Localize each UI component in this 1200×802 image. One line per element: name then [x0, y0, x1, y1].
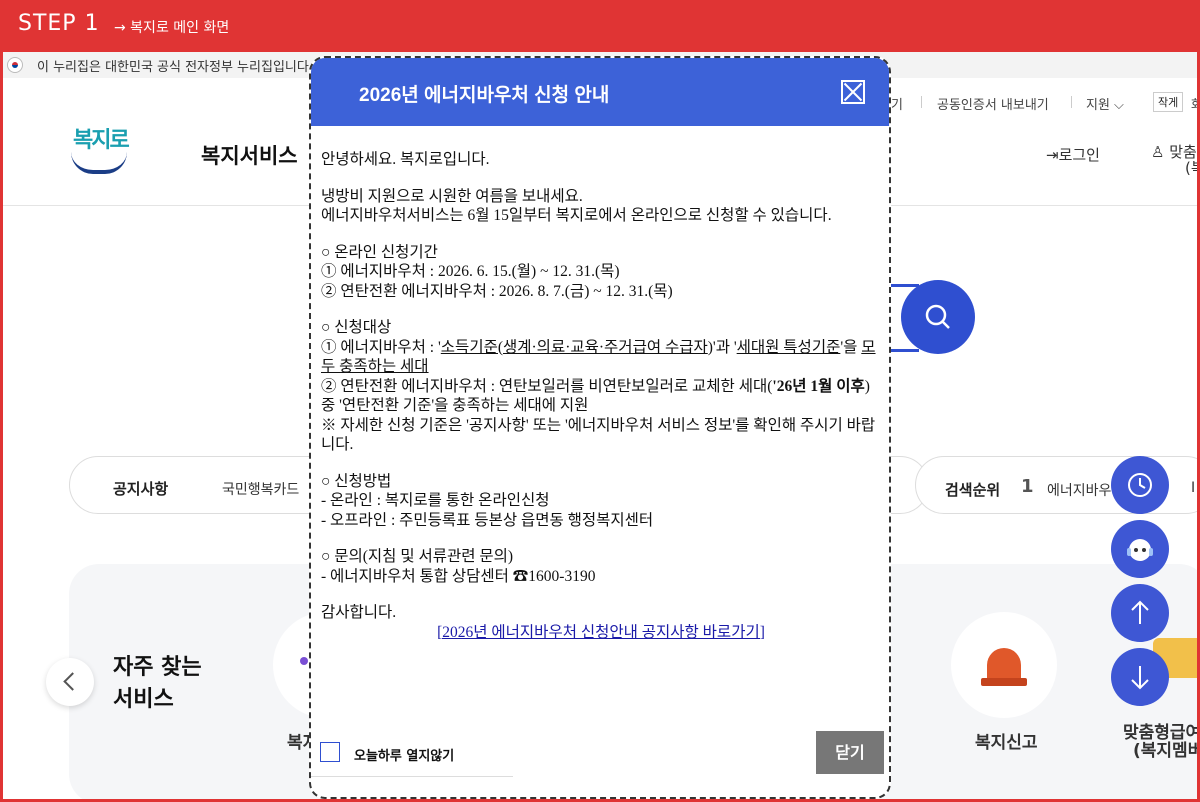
util-item-partial[interactable]: 기 [891, 94, 903, 113]
notice-label[interactable]: 공지사항 [113, 478, 168, 499]
login-link[interactable]: ⇥로그인 [1046, 144, 1100, 165]
target2-prefix: ② 연탄전환 에너지바우처 : 연탄보일러를 비연탄보일러로 교체한 세대( [321, 377, 773, 395]
service-label-custom-benefit[interactable]: 맞춤형급여 [1123, 723, 1197, 743]
chatbot-button[interactable] [1111, 520, 1169, 578]
gov-banner-text: 이 누리집은 대한민국 공식 전자정부 누리집입니다. [37, 60, 313, 75]
target-item-2: ② 연탄전환 에너지바우처 : 연탄보일러를 비연탄보일러로 교체한 세대('2… [321, 377, 881, 416]
bokjiro-logo[interactable]: 복지로 [67, 122, 131, 178]
method-offline: - 오프라인 : 주민등록표 등본상 읍면동 행정복지센터 [321, 511, 654, 529]
gnb-welfare-services[interactable]: 복지서비스 [201, 140, 298, 170]
popup-body: 안녕하세요. 복지로입니다. 냉방비 지원으로 시원한 여름을 보내세요. 에너… [321, 150, 881, 642]
service-dot-icon [300, 657, 308, 665]
notice-link-line: [2026년 에너지바우처 신청안내 공지사항 바로가기] [321, 623, 881, 643]
step-bar: STEP 1 → 복지로 메인 화면 [0, 0, 1200, 52]
target1-conjunction: )'과 ' [707, 338, 737, 356]
target-heading: ○ 신청대상 [321, 319, 392, 336]
service-label-welfare-report[interactable]: 복지신고 [975, 733, 1038, 753]
siren-icon [987, 648, 1021, 680]
method-online: - 온라인 : 복지로를 통한 온라인신청 [321, 492, 550, 509]
favorite-title-line2: 서비스 [113, 687, 174, 712]
search-icon [925, 304, 950, 329]
target1-particle: '을 [840, 338, 862, 356]
search-ranking-extra: I [1191, 480, 1196, 496]
step-subtitle: → 복지로 메인 화면 [114, 20, 230, 36]
search-ranking-keyword[interactable]: 에너지바우 [1047, 480, 1111, 500]
scroll-bottom-button[interactable] [1111, 648, 1169, 706]
util-support-menu[interactable]: 지원 ⌵ [1086, 94, 1124, 113]
history-icon [1128, 473, 1152, 497]
income-criteria-text: 소득기준(생계·의료·교육·주거급여 수급자 [440, 338, 708, 356]
carousel-prev-button[interactable] [46, 658, 94, 706]
search-button[interactable] [901, 280, 975, 354]
util-item-partial-right[interactable]: 화 [1191, 94, 1197, 113]
notice-text[interactable]: 국민행복카드 [222, 479, 299, 499]
logo-text: 복지로 [73, 128, 130, 153]
login-label: 로그인 [1058, 146, 1100, 164]
dont-show-today-checkbox[interactable] [320, 742, 340, 762]
popup-close-button[interactable]: 닫기 [816, 731, 884, 774]
intro-line-1: 냉방비 지원으로 시원한 여름을 보내세요. [321, 187, 583, 205]
period-item-2: ② 연탄전환 에너지바우처 : 2026. 8. 7.(금) ~ 12. 31.… [321, 282, 673, 300]
recent-history-button[interactable] [1111, 456, 1169, 514]
util-cert-export[interactable]: 공동인증서 내보내기 [937, 94, 1049, 113]
notice-shortcut-link[interactable]: [2026년 에너지바우처 신청안내 공지사항 바로가기] [437, 624, 765, 641]
arrow-up-icon [1131, 600, 1149, 624]
logo-smile-mark [71, 152, 127, 174]
method-heading: ○ 신청방법 [321, 472, 392, 490]
arrow-down-icon [1131, 666, 1149, 690]
search-ranking-number: 1 [1021, 476, 1034, 497]
contact-heading: ○ 문의(지침 및 서류관련 문의) [321, 548, 514, 565]
favorite-title-line1: 자주 찾는 [113, 655, 202, 680]
intro-line-2: 에너지바우처서비스는 6월 15일부터 복지로에서 온라인으로 신청할 수 있습… [321, 207, 832, 224]
step-title: STEP 1 [18, 11, 100, 36]
checkbox-divider [311, 776, 513, 777]
greeting-text: 안녕하세요. 복지로입니다. [321, 151, 490, 168]
favorite-services-title: 자주 찾는 서비스 [113, 652, 202, 716]
target1-prefix: ① 에너지바우처 : ' [321, 338, 441, 356]
contact-line: - 에너지바우처 통합 상담센터 ☎1600-3190 [321, 567, 596, 585]
chatbot-icon [1127, 539, 1153, 561]
font-smaller-button[interactable]: 작게 [1153, 92, 1184, 112]
household-criteria-text: 세대원 특성기준 [736, 338, 841, 356]
target-item-1: ① 에너지바우처 : '소득기준(생계·의료·교육·주거급여 수급자)'과 '세… [321, 338, 881, 377]
target-note: ※ 자세한 신청 기준은 '공지사항' 또는 '에너지바우처 서비스 정보'를 … [321, 416, 876, 454]
period-item-1: ① 에너지바우처 : 2026. 6. 15.(월) ~ 12. 31.(목) [321, 263, 620, 280]
energy-voucher-popup: 2026년 에너지바우처 신청 안내 안녕하세요. 복지로입니다. 냉방비 지원… [309, 56, 891, 799]
period-heading: ○ 온라인 신청기간 [321, 243, 438, 261]
custom-service-sub: (복 [1185, 159, 1197, 177]
thanks-text: 감사합니다. [321, 604, 397, 621]
target2-date: '26년 1월 이후 [772, 377, 865, 395]
util-divider [1071, 96, 1072, 108]
popup-title: 2026년 에너지바우처 신청 안내 [359, 85, 610, 106]
util-divider [921, 96, 922, 108]
popup-header: 2026년 에너지바우처 신청 안내 [311, 58, 889, 126]
scroll-top-button[interactable] [1111, 584, 1169, 642]
custom-service-link[interactable]: ♙ 맞춤 (복 [1151, 144, 1197, 177]
search-ranking-label: 검색순위 [945, 481, 1001, 499]
popup-close-icon[interactable] [841, 80, 865, 104]
siren-base [981, 678, 1027, 686]
taegeuk-flag-icon [7, 57, 23, 73]
dont-show-today-label[interactable]: 오늘하루 열지않기 [354, 745, 454, 764]
service-label-custom-benefit-sub[interactable]: (복지멤버 [1133, 741, 1197, 761]
